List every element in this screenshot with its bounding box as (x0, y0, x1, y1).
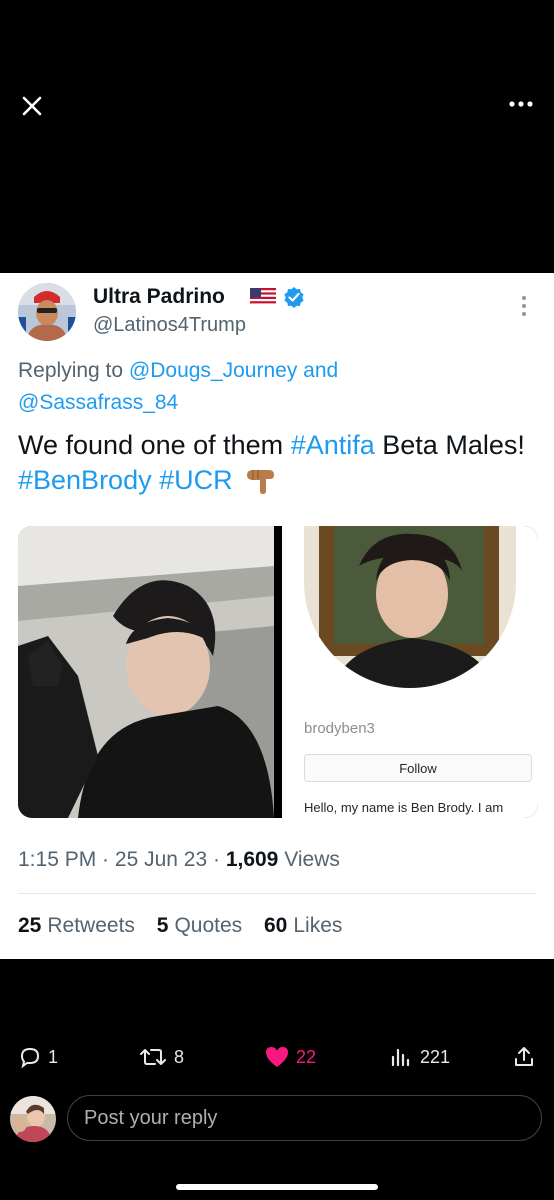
quotes-stat[interactable]: 5 Quotes (157, 914, 242, 937)
instagram-profile-screenshot[interactable]: brodyben3 Follow Hello, my name is Ben B… (282, 526, 538, 818)
tweet-date[interactable]: 25 Jun 23 (115, 848, 207, 871)
handle[interactable]: @Latinos4Trump (93, 314, 246, 337)
replying-to-line: Replying to @Dougs_Journey and @Sassafra… (18, 355, 438, 419)
hashtag-link[interactable]: #UCR (159, 465, 233, 495)
like-button[interactable]: 22 (264, 1045, 316, 1069)
us-flag-icon (250, 288, 276, 306)
avatar[interactable] (18, 283, 76, 341)
more-icon[interactable] (506, 96, 536, 112)
divider (18, 893, 536, 894)
likes-stat[interactable]: 60 Likes (264, 914, 342, 937)
share-button[interactable] (512, 1045, 542, 1069)
views-label: Views (284, 848, 340, 871)
reply-icon (20, 1047, 40, 1069)
tweet-meta: 1:15 PM · 25 Jun 23 · 1,609 Views (18, 848, 340, 871)
tweet-time[interactable]: 1:15 PM (18, 848, 96, 871)
tweet-text: We found one of them #Antifa Beta Males!… (18, 428, 538, 498)
home-indicator[interactable] (176, 1184, 378, 1190)
verified-icon (284, 287, 304, 308)
views-count: 1,609 (225, 848, 279, 871)
mention-and[interactable]: and (303, 359, 338, 382)
photo-left[interactable] (18, 526, 274, 818)
views-button[interactable]: 221 (390, 1045, 450, 1069)
media-grid[interactable]: brodyben3 Follow Hello, my name is Ben B… (18, 526, 538, 818)
retweet-icon (140, 1049, 166, 1065)
reply-button[interactable]: 1 (18, 1045, 58, 1069)
profile-photo (304, 526, 516, 688)
reply-input[interactable] (67, 1095, 542, 1141)
tweet-card: Ultra Padrino @Latinos4Trump Replying to… (0, 273, 554, 959)
retweet-count: 8 (174, 1046, 185, 1067)
analytics-icon (391, 1048, 410, 1067)
views-action-count: 221 (420, 1046, 451, 1067)
retweet-button[interactable]: 8 (138, 1045, 184, 1069)
media-viewer-top-bar (0, 0, 554, 272)
kebab-icon[interactable] (520, 295, 528, 317)
heart-icon (266, 1047, 288, 1067)
replying-prefix: Replying to (18, 359, 124, 382)
mention-link[interactable]: @Dougs_Journey (129, 359, 297, 382)
instagram-bio: Hello, my name is Ben Brody. I am (304, 800, 504, 815)
action-bar: 1 8 22 221 (0, 959, 554, 1200)
engagement-stats: 25 Retweets 5 Quotes 60 Likes (18, 914, 358, 938)
instagram-follow-button: Follow (304, 754, 532, 782)
pointing-down-icon (247, 470, 275, 494)
tweet-text-part: Beta Males! (382, 430, 525, 460)
hashtag-link[interactable]: #Antifa (291, 430, 375, 460)
close-icon[interactable] (18, 92, 46, 120)
hashtag-link[interactable]: #BenBrody (18, 465, 152, 495)
instagram-username: brodyben3 (304, 720, 375, 737)
share-icon (515, 1047, 533, 1066)
mention-link[interactable]: @Sassafrass_84 (18, 391, 178, 414)
like-count: 22 (296, 1046, 317, 1067)
display-name[interactable]: Ultra Padrino (93, 285, 225, 309)
retweets-stat[interactable]: 25 Retweets (18, 914, 135, 937)
reply-count: 1 (48, 1046, 59, 1067)
tweet-text-part: We found one of them (18, 430, 284, 460)
my-avatar[interactable] (10, 1096, 56, 1142)
